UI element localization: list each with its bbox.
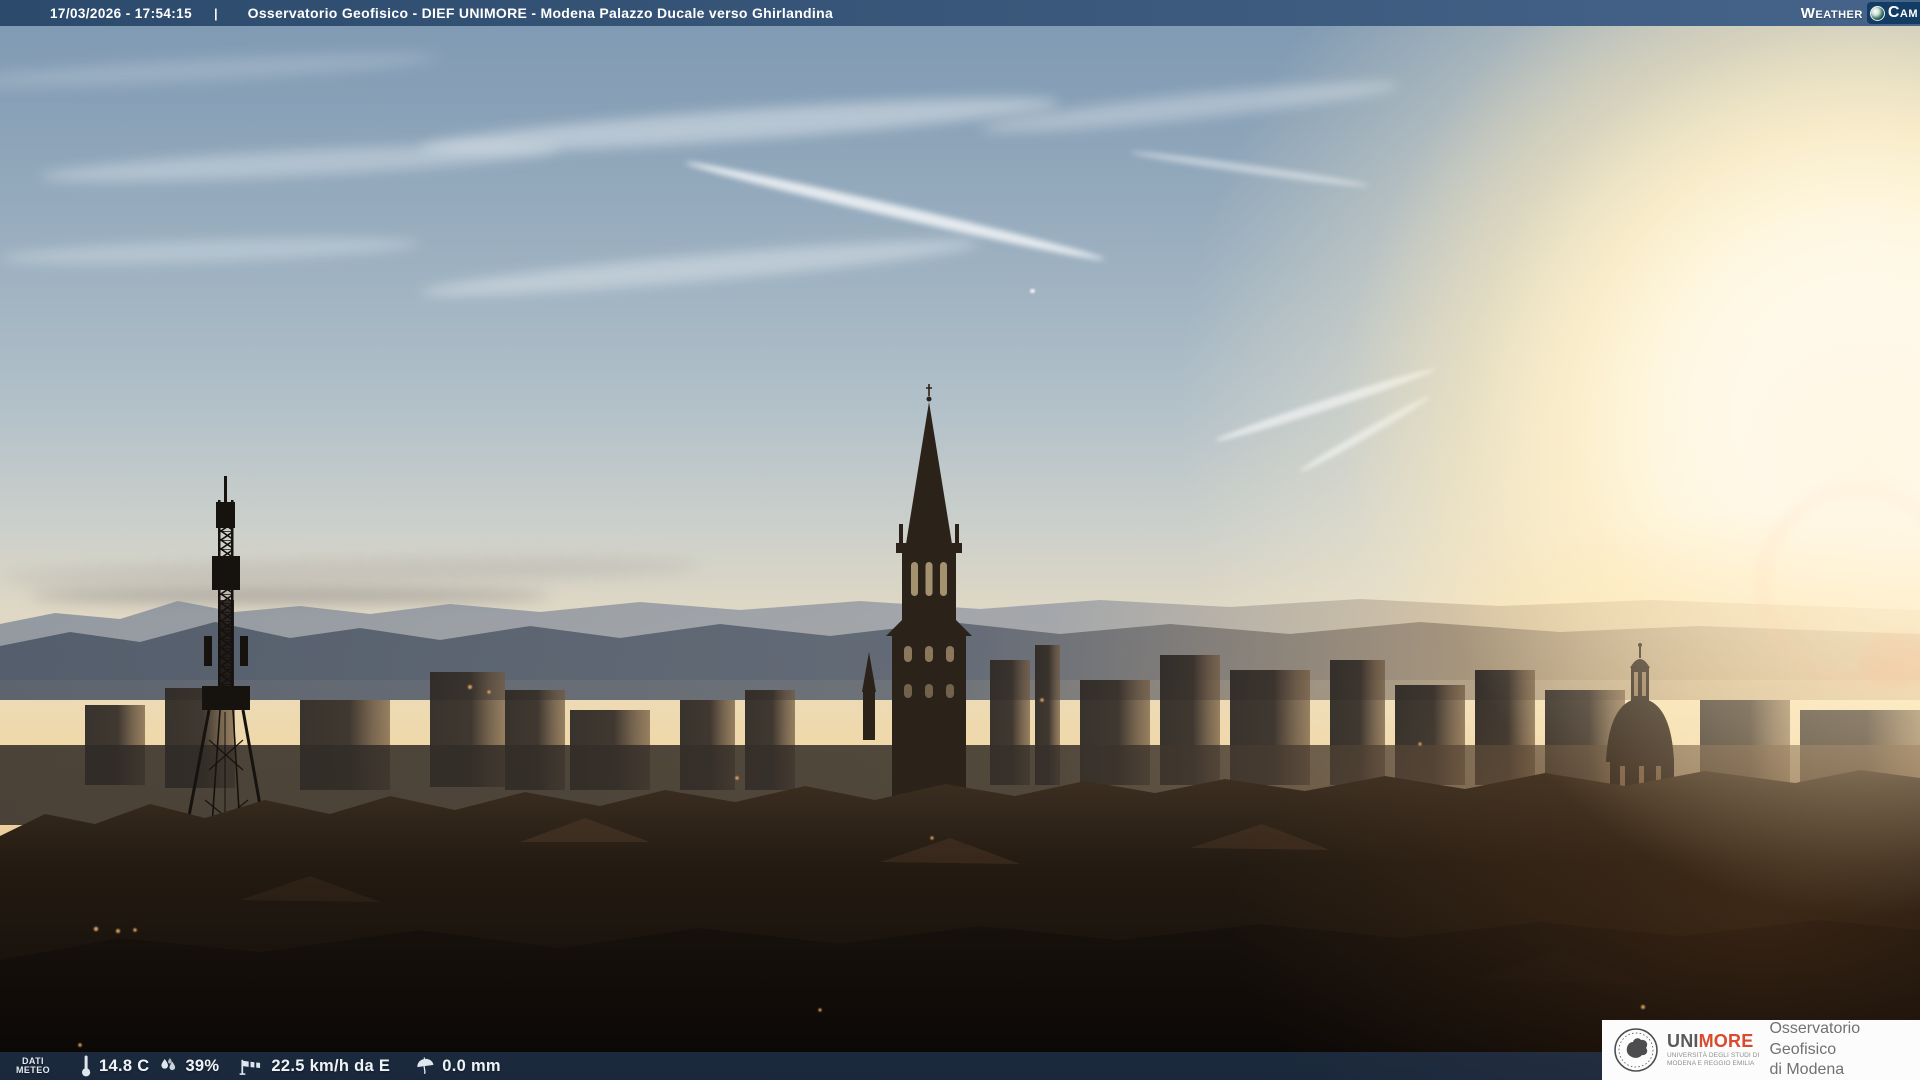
unimore-wordmark: UNIMORE UNIVERSITÀ DEGLI STUDI DI MODENA… [1667,1032,1759,1067]
observatory-name-line1: Osservatorio Geofisico [1769,1019,1920,1060]
humidity-value: 39% [185,1057,219,1076]
windsock-icon [239,1057,264,1076]
wind-value: 22.5 km/h da E [271,1057,390,1076]
observatory-name-line2: di Modena [1769,1060,1920,1080]
rain-metric: 0.0 mm [416,1057,501,1076]
camera-lens-icon [1870,6,1885,21]
webcam-view: 17/03/2026 - 17:54:15 | Osservatorio Geo… [0,0,1920,1080]
dati-label-line2: METEO [16,1066,50,1076]
weathercam-weather-text: Weather [1801,5,1863,22]
separator: | [214,6,218,21]
wordmark-uni: UNI [1667,1031,1699,1051]
rain-value: 0.0 mm [442,1057,501,1076]
humidity-metric: 39% [159,1057,219,1076]
humidity-drops-icon [159,1058,178,1075]
university-name-line2: MODENA E REGGIO EMILIA [1667,1060,1759,1068]
thermometer-icon [80,1054,92,1078]
observatory-name: Osservatorio Geofisico di Modena [1769,1019,1920,1080]
warm-light-wash [0,0,1920,1080]
weathercam-logo[interactable]: Weather Cam [1801,0,1920,26]
temperature-metric: 14.8 C [80,1054,149,1078]
weathercam-badge: Cam [1867,2,1920,24]
header-bar: 17/03/2026 - 17:54:15 | Osservatorio Geo… [0,0,1920,26]
page-title: Osservatorio Geofisico - DIEF UNIMORE - … [248,5,833,21]
dati-meteo-label: DATI METEO [16,1057,50,1076]
university-name-line1: UNIVERSITÀ DEGLI STUDI DI [1667,1052,1759,1060]
wordmark-more: MORE [1699,1031,1754,1051]
unimore-branding[interactable]: UNIMORE UNIVERSITÀ DEGLI STUDI DI MODENA… [1602,1020,1920,1080]
datetime: 17/03/2026 - 17:54:15 [50,6,192,21]
unimore-seal-icon [1613,1027,1659,1073]
wind-metric: 22.5 km/h da E [239,1057,390,1076]
weathercam-cam-text: Cam [1888,4,1918,22]
umbrella-icon [416,1057,435,1076]
temperature-value: 14.8 C [99,1057,149,1076]
